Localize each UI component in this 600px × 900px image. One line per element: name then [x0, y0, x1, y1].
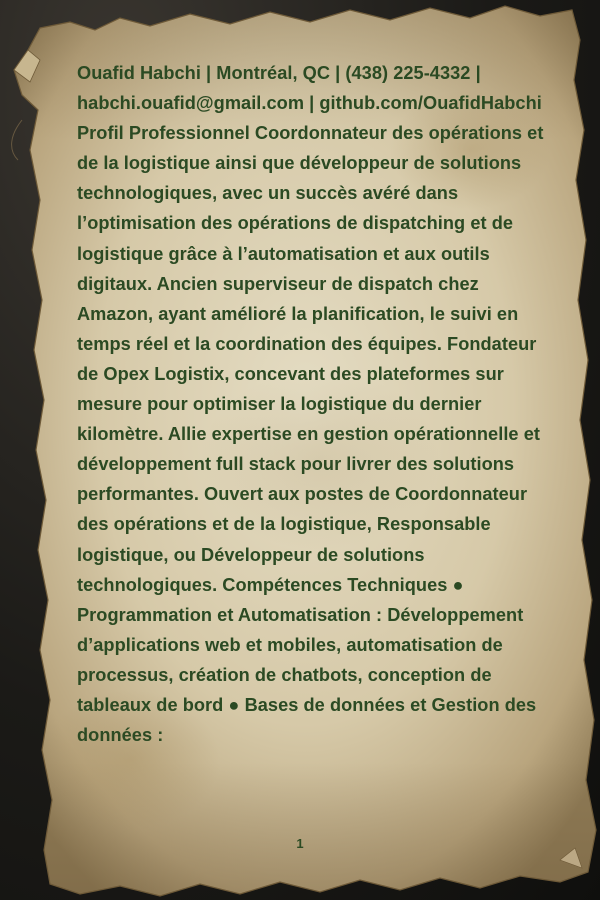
page-number: 1 — [296, 836, 304, 851]
page: Ouafid Habchi | Montréal, QC | (438) 225… — [0, 0, 600, 900]
document-body-text: Ouafid Habchi | Montréal, QC | (438) 225… — [77, 63, 544, 746]
